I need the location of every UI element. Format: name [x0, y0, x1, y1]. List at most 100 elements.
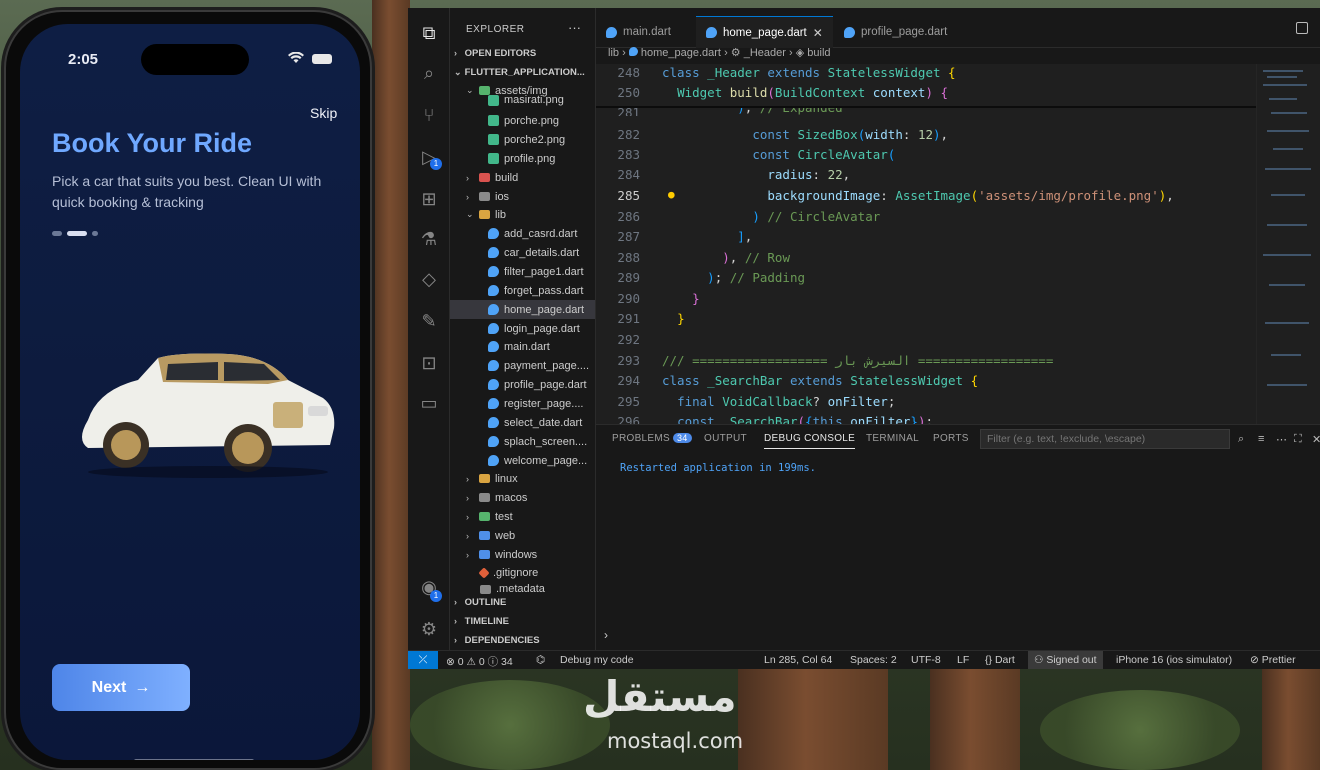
next-button[interactable]: Next →: [52, 664, 190, 711]
method-symbol-icon: ◈: [795, 47, 805, 59]
tree-folder-ios[interactable]: › ios: [466, 187, 509, 206]
tree-file[interactable]: register_page....: [488, 394, 584, 413]
tree-folder-build[interactable]: › build: [466, 168, 518, 187]
search-icon[interactable]: ⌕: [418, 62, 440, 84]
home-indicator: [134, 759, 254, 760]
settings-gear-icon[interactable]: ⚙: [418, 618, 440, 640]
wifi-icon: [288, 52, 304, 63]
source-control-icon[interactable]: ⑂: [418, 104, 440, 126]
tree-file[interactable]: login_page.dart: [488, 319, 580, 338]
prettier-status[interactable]: ⊘ Prettier: [1250, 654, 1296, 666]
tree-file[interactable]: masirati.png: [488, 94, 564, 106]
project-section[interactable]: ⌄ FLUTTER_APPLICATION...: [454, 67, 585, 78]
tab-ports[interactable]: PORTS: [933, 433, 969, 444]
tab-debug-console[interactable]: DEBUG CONSOLE: [764, 433, 856, 449]
tree-file[interactable]: add_casrd.dart: [488, 224, 577, 243]
folder-icon: [479, 531, 490, 540]
breadcrumb-lib[interactable]: lib: [608, 47, 619, 59]
error-icon: ⊗: [446, 656, 455, 668]
tab-profile-page-dart[interactable]: profile_page.dart: [834, 16, 957, 48]
dependencies-section[interactable]: › DEPENDENCIES: [454, 635, 540, 646]
tree-folder-web[interactable]: › web: [466, 526, 515, 545]
flutter-icon[interactable]: ◇: [418, 268, 440, 290]
car-image: [82, 353, 335, 478]
skip-button[interactable]: Skip: [310, 105, 337, 121]
tree-file[interactable]: .gitignore: [478, 563, 538, 582]
problems-status[interactable]: ⊗ 0 ⚠ 0 ⓘ 34: [446, 654, 513, 669]
more-actions-icon[interactable]: ···: [568, 20, 581, 35]
close-icon[interactable]: ✕: [1312, 433, 1320, 446]
tree-file[interactable]: porche2.png: [488, 130, 565, 149]
debug-config[interactable]: Debug my code: [560, 654, 634, 666]
tree-folder-linux[interactable]: › linux: [466, 469, 518, 488]
tree-file[interactable]: profile_page.dart: [488, 375, 587, 394]
search-icon[interactable]: ⌕: [1238, 433, 1244, 446]
tree-file-selected[interactable]: home_page.dart: [450, 300, 595, 319]
tree-file[interactable]: porche.png: [488, 111, 559, 130]
tree-file[interactable]: .metadata: [480, 583, 545, 595]
inspector-icon[interactable]: ⊡: [418, 352, 440, 374]
tree-file[interactable]: select_date.dart: [488, 413, 582, 432]
tree-folder-lib[interactable]: ⌄ lib: [466, 205, 506, 224]
language-mode[interactable]: {} Dart: [985, 654, 1015, 666]
tree-folder-windows[interactable]: › windows: [466, 545, 537, 564]
tree-file[interactable]: splach_screen....: [488, 432, 587, 451]
device-selector[interactable]: iPhone 16 (ios simulator): [1116, 654, 1232, 666]
debug-console-filter-input[interactable]: [980, 429, 1230, 449]
breadcrumb-file[interactable]: home_page.dart: [641, 47, 721, 59]
maximize-panel-icon[interactable]: ⛶: [1294, 433, 1302, 446]
tree-folder-test[interactable]: › test: [466, 507, 513, 526]
git-file-icon: [478, 566, 490, 579]
end-of-line[interactable]: LF: [957, 654, 969, 666]
signed-out-status[interactable]: ⚇ Signed out: [1028, 651, 1103, 669]
explorer-icon[interactable]: ⧉: [418, 22, 440, 44]
explorer-sidebar: EXPLORER ··· › OPEN EDITORS ⌄ FLUTTER_AP…: [450, 8, 596, 650]
indentation[interactable]: Spaces: 2: [850, 654, 897, 666]
sticky-line: 250 Widget build(BuildContext context) {: [617, 84, 949, 100]
dart-file-icon: [488, 379, 499, 390]
clear-console-icon[interactable]: ≡: [1258, 433, 1264, 445]
more-actions-icon[interactable]: ⋯: [1276, 433, 1287, 446]
remote-icon[interactable]: ⤫: [408, 651, 438, 669]
account-icon: ⚇: [1034, 654, 1044, 666]
minimap[interactable]: [1256, 64, 1320, 424]
tab-terminal[interactable]: TERMINAL: [866, 433, 919, 444]
code-line: 283 const CircleAvatar(: [617, 146, 896, 162]
extensions-icon[interactable]: ⊞: [418, 188, 440, 210]
outline-section[interactable]: › OUTLINE: [454, 597, 506, 608]
page-dot-active: [67, 231, 87, 236]
dart-file-icon: [488, 455, 499, 466]
breadcrumb-method[interactable]: build: [807, 47, 830, 59]
tab-main-dart[interactable]: main.dart: [596, 16, 681, 48]
folder-icon[interactable]: ▭: [418, 392, 440, 414]
page-indicator: [52, 231, 98, 236]
tree-file[interactable]: main.dart: [488, 337, 550, 356]
testing-icon[interactable]: ⚗: [418, 228, 440, 250]
open-editors-section[interactable]: › OPEN EDITORS: [454, 48, 536, 59]
code-editor[interactable]: 248 class _Header extends StatelessWidge…: [596, 64, 1256, 429]
breadcrumb-class[interactable]: _Header: [744, 47, 786, 59]
bottom-panel: PROBLEMS 34 OUTPUT DEBUG CONSOLE TERMINAL…: [596, 424, 1320, 650]
file-icon: [480, 584, 491, 594]
tree-file[interactable]: filter_page1.dart: [488, 262, 584, 281]
tree-folder-macos[interactable]: › macos: [466, 488, 527, 507]
tree-file[interactable]: welcome_page...: [488, 451, 587, 470]
close-icon[interactable]: ✕: [813, 26, 823, 40]
edit-icon[interactable]: ✎: [418, 310, 440, 332]
timeline-section[interactable]: › TIMELINE: [454, 616, 509, 627]
tab-output[interactable]: OUTPUT: [704, 433, 747, 444]
cursor-position[interactable]: Ln 285, Col 64: [764, 654, 832, 666]
folder-icon: [479, 550, 490, 559]
code-line: 294 class _SearchBar extends StatelessWi…: [617, 372, 979, 388]
tree-file[interactable]: payment_page....: [488, 356, 589, 375]
lightbulb-icon[interactable]: ●: [668, 188, 675, 201]
tree-file[interactable]: car_details.dart: [488, 243, 579, 262]
tree-file[interactable]: profile.png: [488, 149, 555, 168]
split-editor-icon[interactable]: [1296, 22, 1308, 34]
encoding[interactable]: UTF-8: [911, 654, 941, 666]
console-prompt-icon[interactable]: ›: [604, 628, 608, 642]
tree-file[interactable]: forget_pass.dart: [488, 281, 584, 300]
tab-home-page-dart[interactable]: home_page.dart ✕: [696, 16, 833, 48]
tab-problems[interactable]: PROBLEMS 34: [612, 433, 692, 444]
page-dot: [92, 231, 98, 236]
